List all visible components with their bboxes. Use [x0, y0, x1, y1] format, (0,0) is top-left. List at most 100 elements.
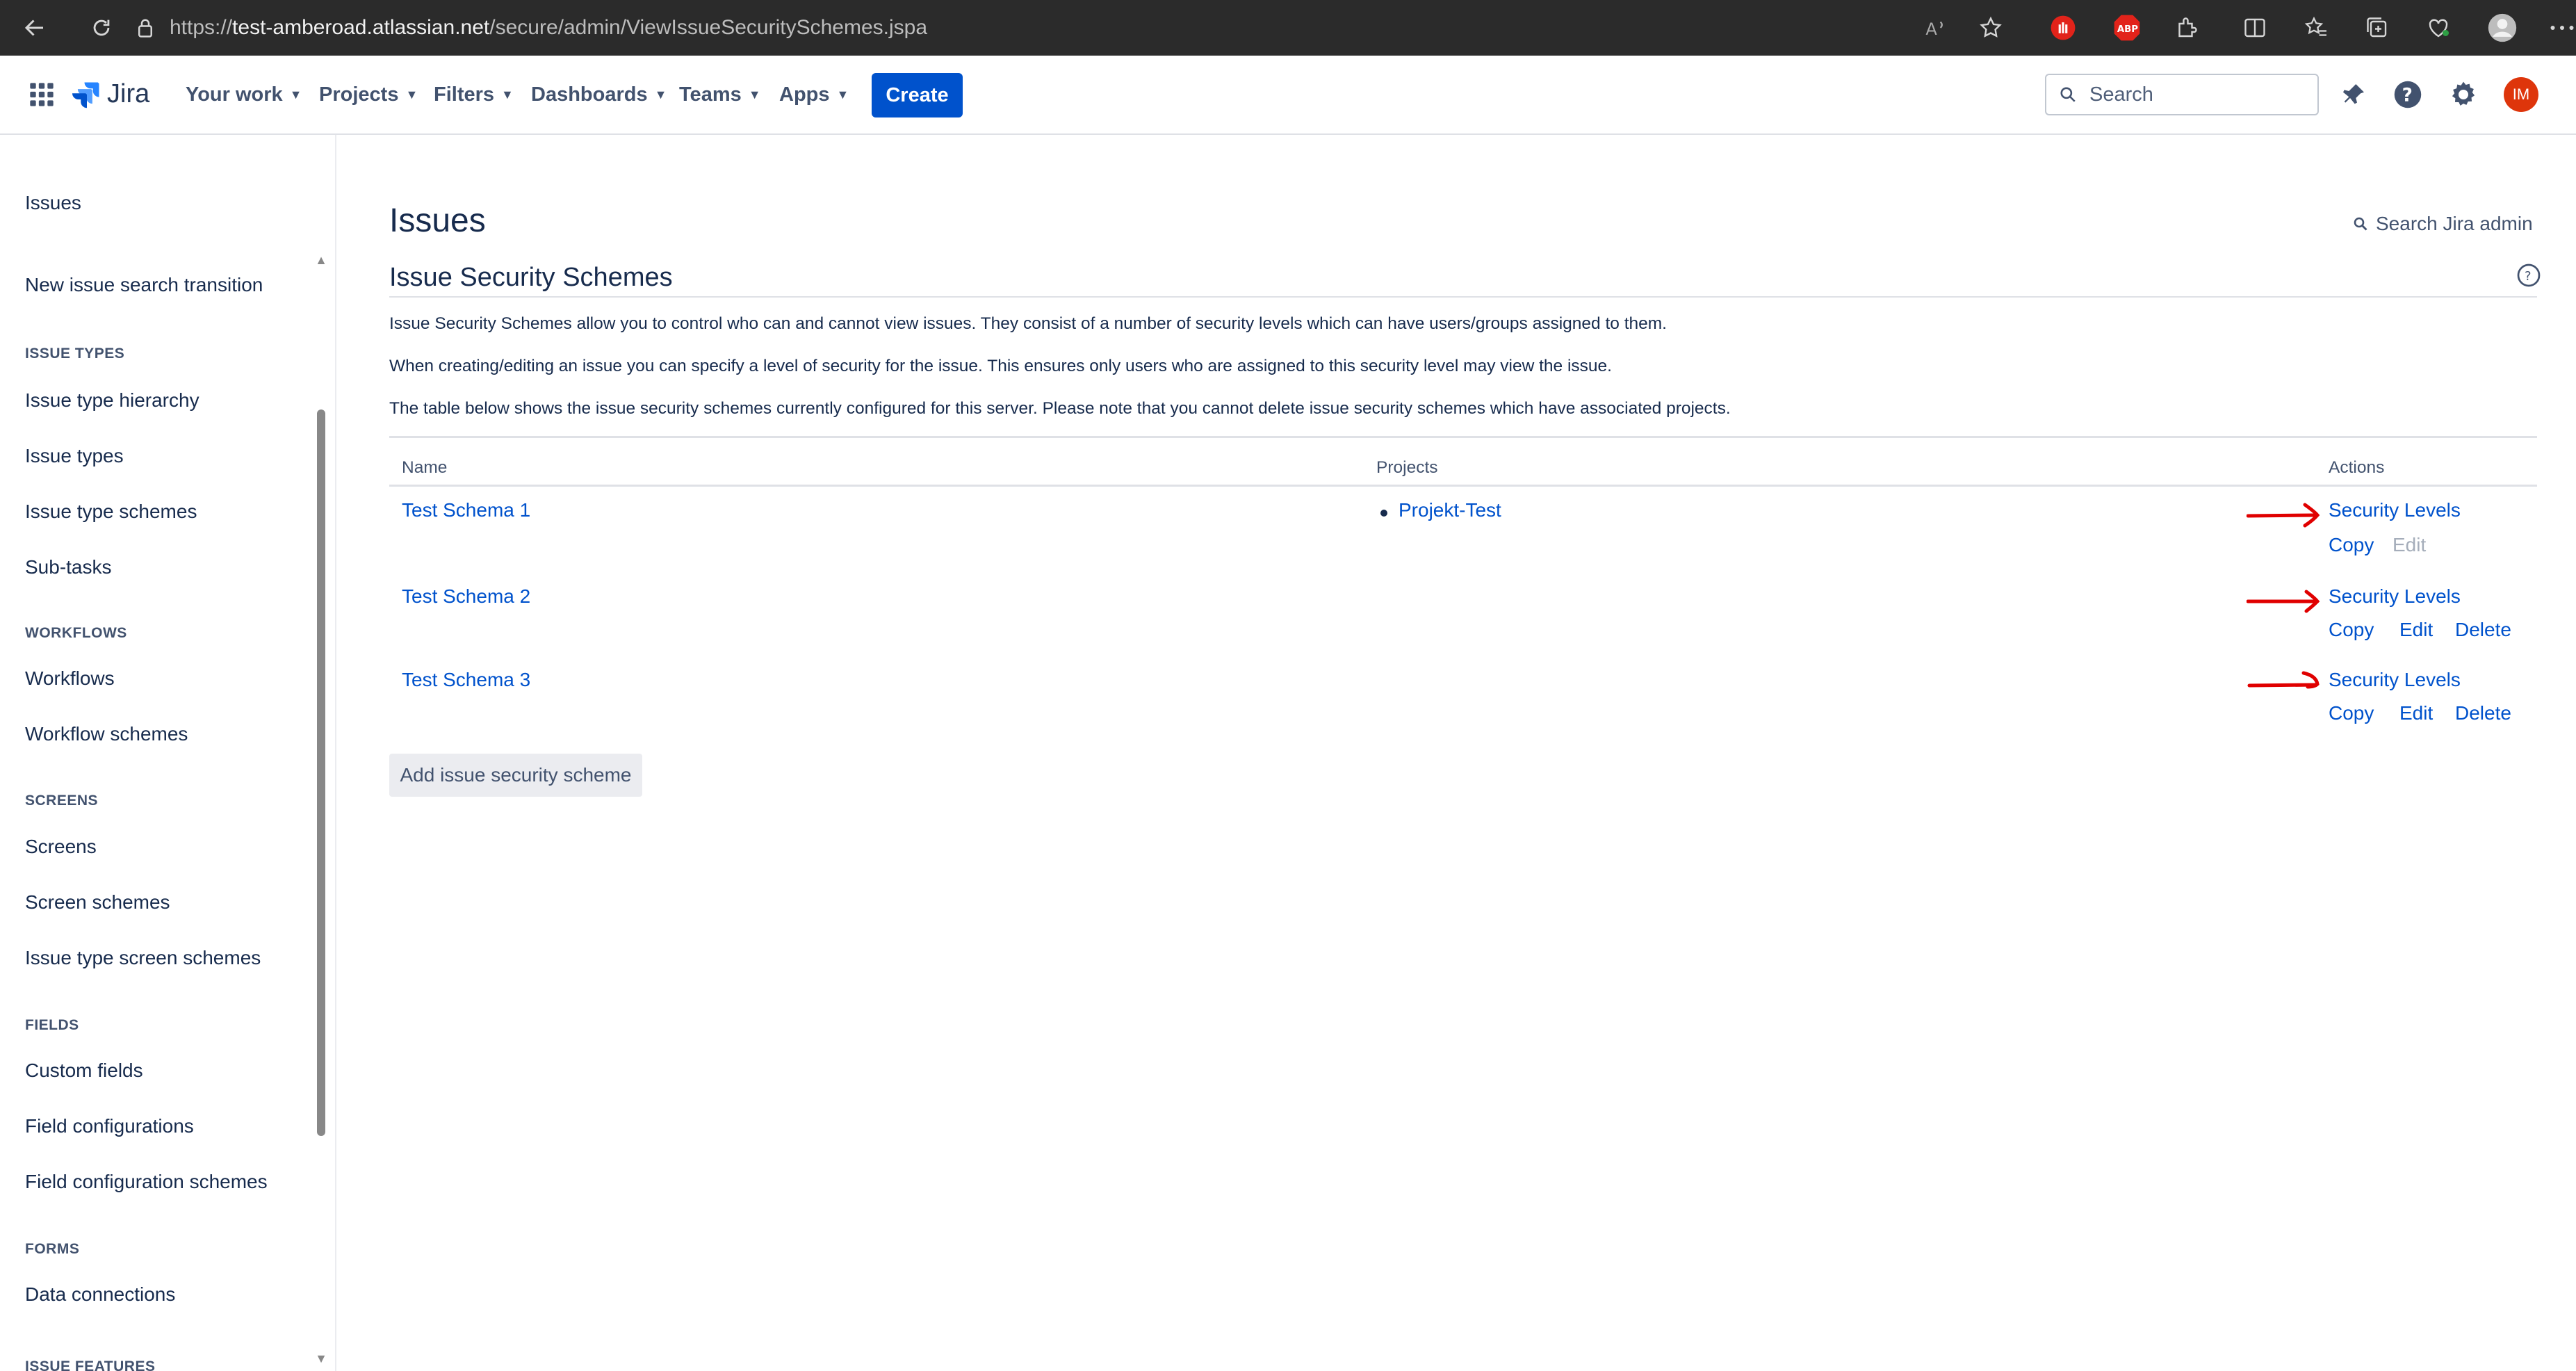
- sidebar-item-issue-type-screen-schemes[interactable]: Issue type screen schemes: [25, 947, 261, 969]
- nav-projects[interactable]: Projects ▼: [319, 56, 418, 133]
- create-button[interactable]: Create: [872, 73, 963, 117]
- back-icon[interactable]: [15, 0, 54, 56]
- sidebar-item-field-configuration-schemes[interactable]: Field configuration schemes: [25, 1171, 268, 1193]
- sidebar-section-forms: FORMS: [25, 1241, 80, 1257]
- sidebar-section-issue-features: ISSUE FEATURES: [25, 1358, 156, 1371]
- copy-link[interactable]: Copy: [2329, 702, 2374, 724]
- nav-label: Filters: [434, 83, 495, 106]
- chevron-down-icon: ▼: [289, 87, 302, 102]
- sidebar-title: Issues: [25, 192, 81, 213]
- sidebar-item-issue-type-schemes[interactable]: Issue type schemes: [25, 501, 197, 523]
- sidebar-scrollbar[interactable]: [317, 409, 325, 1136]
- column-header-projects: Projects: [1376, 458, 1438, 477]
- profile-icon[interactable]: [2487, 13, 2518, 43]
- nav-apps[interactable]: Apps ▼: [779, 56, 849, 133]
- chevron-down-icon: ▼: [748, 87, 761, 102]
- edit-link[interactable]: Edit: [2399, 619, 2433, 641]
- red-arrow-annotation-icon: [2247, 590, 2320, 613]
- svg-text:?: ?: [2525, 269, 2532, 284]
- reload-icon[interactable]: [82, 0, 121, 56]
- search-input[interactable]: [2088, 82, 2299, 107]
- section-title: Issue Security Schemes: [389, 263, 673, 292]
- jira-logo[interactable]: Jira: [72, 79, 149, 109]
- edit-link-disabled: Edit: [2392, 534, 2427, 555]
- delete-link[interactable]: Delete: [2455, 619, 2511, 641]
- column-header-actions: Actions: [2329, 458, 2385, 477]
- delete-link[interactable]: Delete: [2455, 702, 2511, 724]
- browser-essentials-icon[interactable]: [2423, 13, 2454, 43]
- sidebar-item-screens[interactable]: Screens: [25, 836, 97, 858]
- sidebar-item-workflows[interactable]: Workflows: [25, 667, 115, 690]
- description-paragraph: Issue Security Schemes allow you to cont…: [389, 314, 1667, 333]
- red-arrow-annotation-icon: [2247, 671, 2320, 689]
- nav-label: Dashboards: [531, 83, 648, 106]
- add-issue-security-scheme-button[interactable]: Add issue security scheme: [389, 754, 642, 797]
- security-levels-link[interactable]: Security Levels: [2329, 585, 2461, 608]
- collections-icon[interactable]: [2362, 13, 2392, 43]
- favorites-icon[interactable]: [2301, 13, 2331, 43]
- project-link[interactable]: Projekt-Test: [1399, 499, 1501, 521]
- copy-link[interactable]: Copy: [2329, 534, 2374, 556]
- url-host: test-amberoad.atlassian.net: [232, 16, 490, 39]
- extensions-puzzle-icon[interactable]: [2171, 13, 2202, 43]
- sidebar-section-workflows: WORKFLOWS: [25, 625, 127, 641]
- url-prefix: https://: [170, 16, 233, 39]
- nav-label: Your work: [186, 83, 283, 106]
- more-options-icon[interactable]: [2547, 13, 2576, 43]
- scroll-up-arrow-icon[interactable]: ▲: [314, 253, 328, 267]
- sidebar-item-issue-types[interactable]: Issue types: [25, 445, 124, 467]
- sidebar-item-sub-tasks[interactable]: Sub-tasks: [25, 556, 112, 578]
- search-icon: [2060, 87, 2076, 102]
- chevron-down-icon: ▼: [836, 87, 849, 102]
- jira-logo-icon: [72, 82, 99, 108]
- favorite-star-icon[interactable]: [1975, 13, 2006, 43]
- sidebar-item-custom-fields[interactable]: Custom fields: [25, 1060, 143, 1082]
- split-screen-icon[interactable]: [2240, 13, 2270, 43]
- settings-gear-icon[interactable]: [2444, 75, 2483, 114]
- security-levels-link[interactable]: Security Levels: [2329, 669, 2461, 691]
- edit-link[interactable]: Edit: [2399, 702, 2433, 724]
- scroll-down-arrow-icon[interactable]: ▼: [314, 1352, 328, 1365]
- table-top-divider: [389, 436, 2537, 438]
- scheme-name-link[interactable]: Test Schema 3: [402, 669, 530, 691]
- app-switcher-icon[interactable]: [28, 81, 56, 112]
- chevron-down-icon: ▼: [501, 87, 514, 102]
- chevron-down-icon: ▼: [654, 87, 667, 102]
- help-icon[interactable]: ?: [2388, 75, 2427, 114]
- nav-label: Apps: [779, 83, 830, 106]
- adblock-icon[interactable]: ABP: [2112, 13, 2142, 43]
- sidebar-item-screen-schemes[interactable]: Screen schemes: [25, 891, 170, 914]
- scheme-name-link[interactable]: Test Schema 2: [402, 585, 530, 608]
- product-name: Jira: [107, 79, 150, 108]
- sidebar-item-issue-type-hierarchy[interactable]: Issue type hierarchy: [25, 389, 199, 412]
- nav-teams[interactable]: Teams ▼: [679, 56, 761, 133]
- notifications-icon[interactable]: [2334, 75, 2373, 114]
- sidebar-item-workflow-schemes[interactable]: Workflow schemes: [25, 723, 188, 745]
- browser-toolbar: https://test-amberoad.atlassian.net/secu…: [0, 0, 2576, 56]
- scheme-name-link[interactable]: Test Schema 1: [402, 499, 530, 521]
- sidebar-item-data-connections[interactable]: Data connections: [25, 1283, 175, 1306]
- red-arrow-annotation-icon: [2247, 503, 2320, 528]
- search-jira-admin-link[interactable]: Search Jira admin: [2352, 213, 2533, 235]
- svg-text:ABP: ABP: [2117, 24, 2138, 35]
- stop-extension-icon[interactable]: [2048, 13, 2078, 43]
- nav-dashboards[interactable]: Dashboards ▼: [531, 56, 667, 133]
- search-field[interactable]: [2045, 74, 2319, 115]
- help-circle-icon[interactable]: ?: [2516, 263, 2541, 288]
- main-content: Issues Search Jira admin Issue Security …: [336, 135, 2576, 1371]
- nav-label: Teams: [679, 83, 742, 106]
- nav-your-work[interactable]: Your work ▼: [186, 56, 302, 133]
- user-avatar[interactable]: IM: [2504, 77, 2538, 112]
- lock-icon: [136, 17, 154, 38]
- read-aloud-icon[interactable]: A: [1921, 13, 1952, 43]
- copy-link[interactable]: Copy: [2329, 619, 2374, 641]
- nav-filters[interactable]: Filters ▼: [434, 56, 514, 133]
- sidebar-item-field-configurations[interactable]: Field configurations: [25, 1115, 194, 1137]
- chevron-down-icon: ▼: [405, 87, 418, 102]
- search-icon: [2354, 217, 2367, 231]
- sidebar-section-issue-types: ISSUE TYPES: [25, 346, 125, 362]
- security-levels-link[interactable]: Security Levels: [2329, 499, 2461, 521]
- svg-text:A: A: [1925, 19, 1937, 38]
- page-title: Issues: [389, 202, 486, 239]
- sidebar-item-new-issue-search[interactable]: New issue search transition: [25, 274, 263, 296]
